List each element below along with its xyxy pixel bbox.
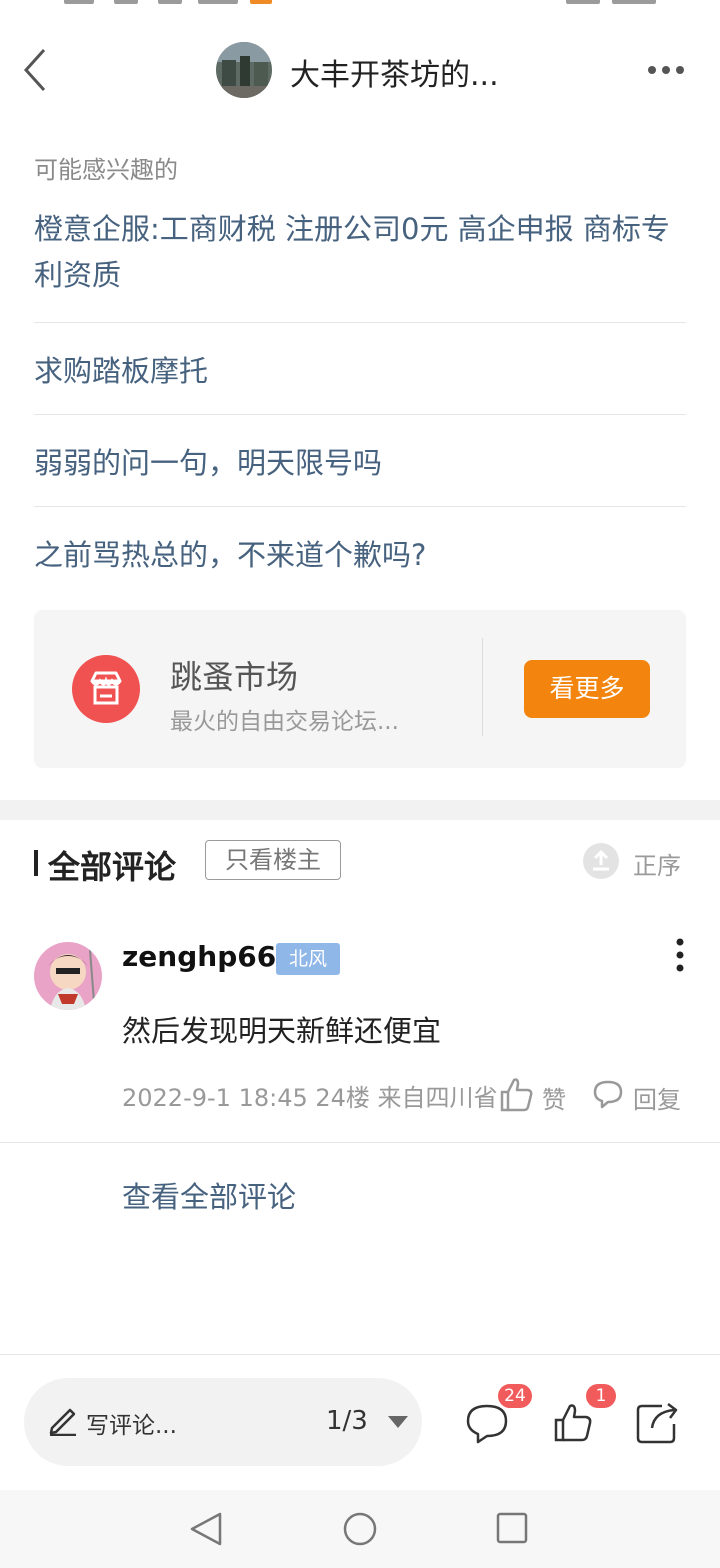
divider <box>0 1142 720 1143</box>
notification-icon <box>250 0 272 4</box>
hd-icon <box>64 0 94 4</box>
divider <box>0 1354 720 1355</box>
comment-count-badge: 24 <box>498 1384 532 1408</box>
more-icon[interactable] <box>640 50 692 90</box>
nav-recents-icon[interactable] <box>496 1512 528 1548</box>
page-title: 大丰开茶坊的... <box>290 58 499 93</box>
clock-icon <box>612 0 656 4</box>
shop-icon <box>72 655 140 723</box>
see-more-button[interactable]: 看更多 <box>524 660 650 718</box>
sort-label[interactable]: 正序 <box>633 846 681 881</box>
op-only-button[interactable]: 只看楼主 <box>205 840 341 880</box>
interest-item[interactable]: 之前骂热总的，不来道个歉吗? <box>34 532 426 574</box>
view-all-comments-link[interactable]: 查看全部评论 <box>122 1174 296 1216</box>
sort-icon[interactable] <box>583 843 619 879</box>
flea-market-subtitle: 最火的自由交易论坛... <box>170 709 399 735</box>
write-comment-placeholder: 写评论... <box>86 1413 177 1439</box>
comment-meta: 2022-9-1 18:45 24楼 来自四川省 <box>122 1084 498 1112</box>
divider <box>34 506 686 507</box>
system-navigation-bar <box>0 1490 720 1568</box>
interest-item[interactable]: 橙意企服:工商财税 注册公司0元 高企申报 商标专利资质 <box>34 206 694 298</box>
interest-item[interactable]: 求购踏板摩托 <box>34 348 208 390</box>
battery-icon <box>566 0 600 4</box>
page-indicator[interactable]: 1/3 <box>326 1406 368 1436</box>
share-icon[interactable] <box>634 1398 684 1448</box>
reply-icon[interactable] <box>592 1078 624 1110</box>
signal-icon <box>158 0 182 4</box>
level-badge: 北风 <box>276 943 340 975</box>
header: 大丰开茶坊的... <box>0 20 720 120</box>
reply-label[interactable]: 回复 <box>633 1080 681 1115</box>
like-count-badge: 1 <box>586 1384 616 1408</box>
interest-item[interactable]: 弱弱的问一句，明天限号吗 <box>34 440 382 482</box>
wifi-icon <box>198 0 238 4</box>
nav-home-icon[interactable] <box>342 1511 378 1551</box>
back-icon[interactable] <box>16 44 56 96</box>
avatar[interactable] <box>34 942 102 1010</box>
status-bar <box>0 0 720 14</box>
section-gap <box>0 800 720 820</box>
interest-section-label: 可能感兴趣的 <box>34 156 178 184</box>
divider <box>482 638 483 736</box>
flea-market-title: 跳蚤市场 <box>170 658 299 696</box>
comment-more-icon[interactable] <box>666 936 694 976</box>
comments-title: 全部评论 <box>48 848 177 886</box>
write-comment-input[interactable]: 写评论... 1/3 <box>24 1378 422 1466</box>
flea-market-card[interactable]: 跳蚤市场 最火的自由交易论坛... 看更多 <box>34 610 686 768</box>
pencil-icon <box>46 1402 80 1437</box>
comment-text: 然后发现明天新鲜还便宜 <box>122 1014 442 1048</box>
nav-back-icon[interactable] <box>188 1510 224 1552</box>
section-marker <box>34 850 38 876</box>
forum-avatar[interactable] <box>216 42 272 98</box>
divider <box>34 414 686 415</box>
divider <box>34 322 686 323</box>
chevron-down-icon[interactable] <box>388 1416 408 1428</box>
like-label[interactable]: 赞 <box>542 1080 566 1115</box>
like-icon[interactable] <box>496 1074 536 1114</box>
comment-username[interactable]: zenghp66 <box>122 940 276 973</box>
signal-icon <box>114 0 138 4</box>
